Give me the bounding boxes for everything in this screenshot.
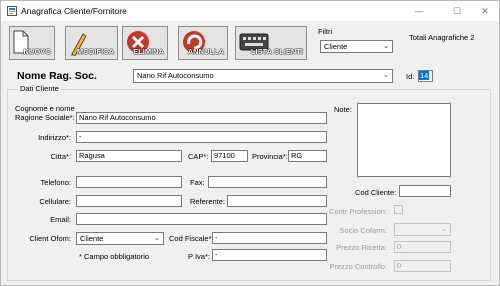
provincia-label: Provincia*:	[252, 152, 288, 161]
ragione-sociale-value: Nano Rif Autoconsumo	[79, 113, 156, 122]
cellulare-label: Cellulare:	[39, 197, 71, 206]
totali-anagrafiche: Totali Anagrafiche 2	[409, 33, 475, 42]
note-label: Note:	[334, 105, 352, 114]
cod-fiscale-label: Cod Fiscale*:	[169, 234, 214, 243]
maximize-button[interactable]: ☐	[451, 5, 463, 17]
chevron-down-icon: ⌄	[154, 235, 160, 242]
lista-clienti-button[interactable]: LISTA CLIENTI	[235, 26, 307, 60]
cap-value: 97100	[214, 151, 235, 160]
citta-label: Citta*:	[50, 152, 71, 161]
cod-fiscale-value: -	[215, 233, 218, 242]
window-title: Anagrafica Cliente/Fornitore	[21, 6, 127, 16]
telefono-field[interactable]	[76, 176, 182, 188]
citta-field[interactable]: Ragusa	[76, 150, 182, 162]
annulla-button[interactable]: ANNULLA	[178, 26, 228, 60]
cognome-label-line1: Cognome e nome	[15, 104, 75, 113]
elimina-label: ELIMINA	[133, 47, 164, 56]
note-textarea[interactable]	[357, 103, 451, 177]
title-bar: Anagrafica Cliente/Fornitore — ☐ ✕	[1, 1, 499, 21]
filtri-label: Filtri	[318, 27, 333, 36]
contr-profession-label: Contr Profession:	[329, 207, 387, 216]
elimina-button[interactable]: ELIMINA	[122, 26, 168, 60]
close-button[interactable]: ✕	[479, 5, 491, 17]
telefono-label: Telefono:	[40, 178, 71, 187]
lista-clienti-label: LISTA CLIENTI	[250, 47, 303, 56]
client-ofom-select[interactable]: Cliente ⌄	[76, 232, 164, 245]
chevron-down-icon: ⌄	[383, 43, 389, 50]
socio-cofarm-select[interactable]: ⌄	[394, 223, 451, 236]
cod-cliente-field[interactable]	[399, 185, 451, 197]
main-window: Anagrafica Cliente/Fornitore — ☐ ✕ NUOVO…	[0, 0, 500, 286]
provincia-value: RG	[291, 151, 303, 160]
cellulare-field[interactable]	[76, 195, 182, 207]
modifica-label: MODIFICA	[76, 47, 114, 56]
prezzo-controllo-value: 0	[397, 261, 402, 270]
ragione-sociale-field[interactable]: Nano Rif Autoconsumo	[76, 112, 327, 124]
cap-field[interactable]: 97100	[211, 150, 248, 162]
prezzo-ricetta-field[interactable]: 0	[394, 241, 451, 253]
citta-value: Ragusa	[79, 151, 105, 160]
id-field[interactable]: 14	[418, 70, 433, 82]
id-label: Id:	[406, 72, 415, 81]
indirizzo-field[interactable]: -	[76, 131, 327, 143]
minimize-button[interactable]: —	[413, 5, 425, 17]
prezzo-controllo-field[interactable]: 0	[394, 260, 451, 272]
prezzo-ricetta-value: 0	[397, 242, 402, 251]
referente-field[interactable]	[227, 195, 327, 207]
nome-rag-soc-value: Nano Rif Autoconsumo	[137, 71, 214, 80]
cod-cliente-label: Cod Cliente:	[355, 188, 397, 197]
filtri-value: Cliente	[324, 42, 348, 51]
dati-cliente-title: Dati Cliente	[18, 84, 61, 93]
chevron-down-icon: ⌄	[383, 72, 389, 79]
socio-cofarm-label: Socio Cofarm:	[339, 226, 387, 235]
id-value: 14	[419, 71, 430, 80]
email-label: Email:	[50, 215, 71, 224]
p-iva-label: P Iva*:	[188, 252, 210, 261]
nome-rag-soc-select[interactable]: Nano Rif Autoconsumo ⌄	[133, 69, 393, 83]
fax-field[interactable]	[208, 176, 327, 188]
app-icon	[7, 6, 17, 16]
filtri-select[interactable]: Cliente ⌄	[320, 40, 393, 53]
indirizzo-value: -	[79, 132, 82, 141]
cap-label: CAP*:	[188, 152, 209, 161]
chevron-down-icon: ⌄	[441, 226, 447, 233]
prezzo-ricetta-label: Prezzo Ricetta:	[336, 243, 387, 252]
fax-label: Fax:	[190, 178, 205, 187]
contr-profession-checkbox[interactable]	[394, 205, 403, 214]
p-iva-value: -	[215, 250, 218, 259]
modifica-button[interactable]: MODIFICA	[65, 26, 118, 60]
nuovo-button[interactable]: NUOVO	[9, 26, 55, 60]
provincia-field[interactable]: RG	[288, 150, 327, 162]
campo-obbligatorio-note: * Campo obbligatorio	[79, 252, 150, 261]
indirizzo-label: Indirizzo*:	[38, 133, 71, 142]
nome-rag-soc-label: Nome Rag. Soc.	[17, 70, 97, 82]
prezzo-controllo-label: Prezzo Controllo:	[329, 262, 387, 271]
referente-label: Referente:	[190, 197, 226, 206]
cognome-label-line2: Ragione Sociale*:	[15, 113, 75, 122]
annulla-label: ANNULLA	[187, 47, 224, 56]
client-ofom-value: Cliente	[80, 234, 104, 243]
client-ofom-label: Client Ofom:	[29, 234, 71, 243]
email-field[interactable]	[76, 213, 327, 225]
nuovo-label: NUOVO	[23, 47, 51, 56]
